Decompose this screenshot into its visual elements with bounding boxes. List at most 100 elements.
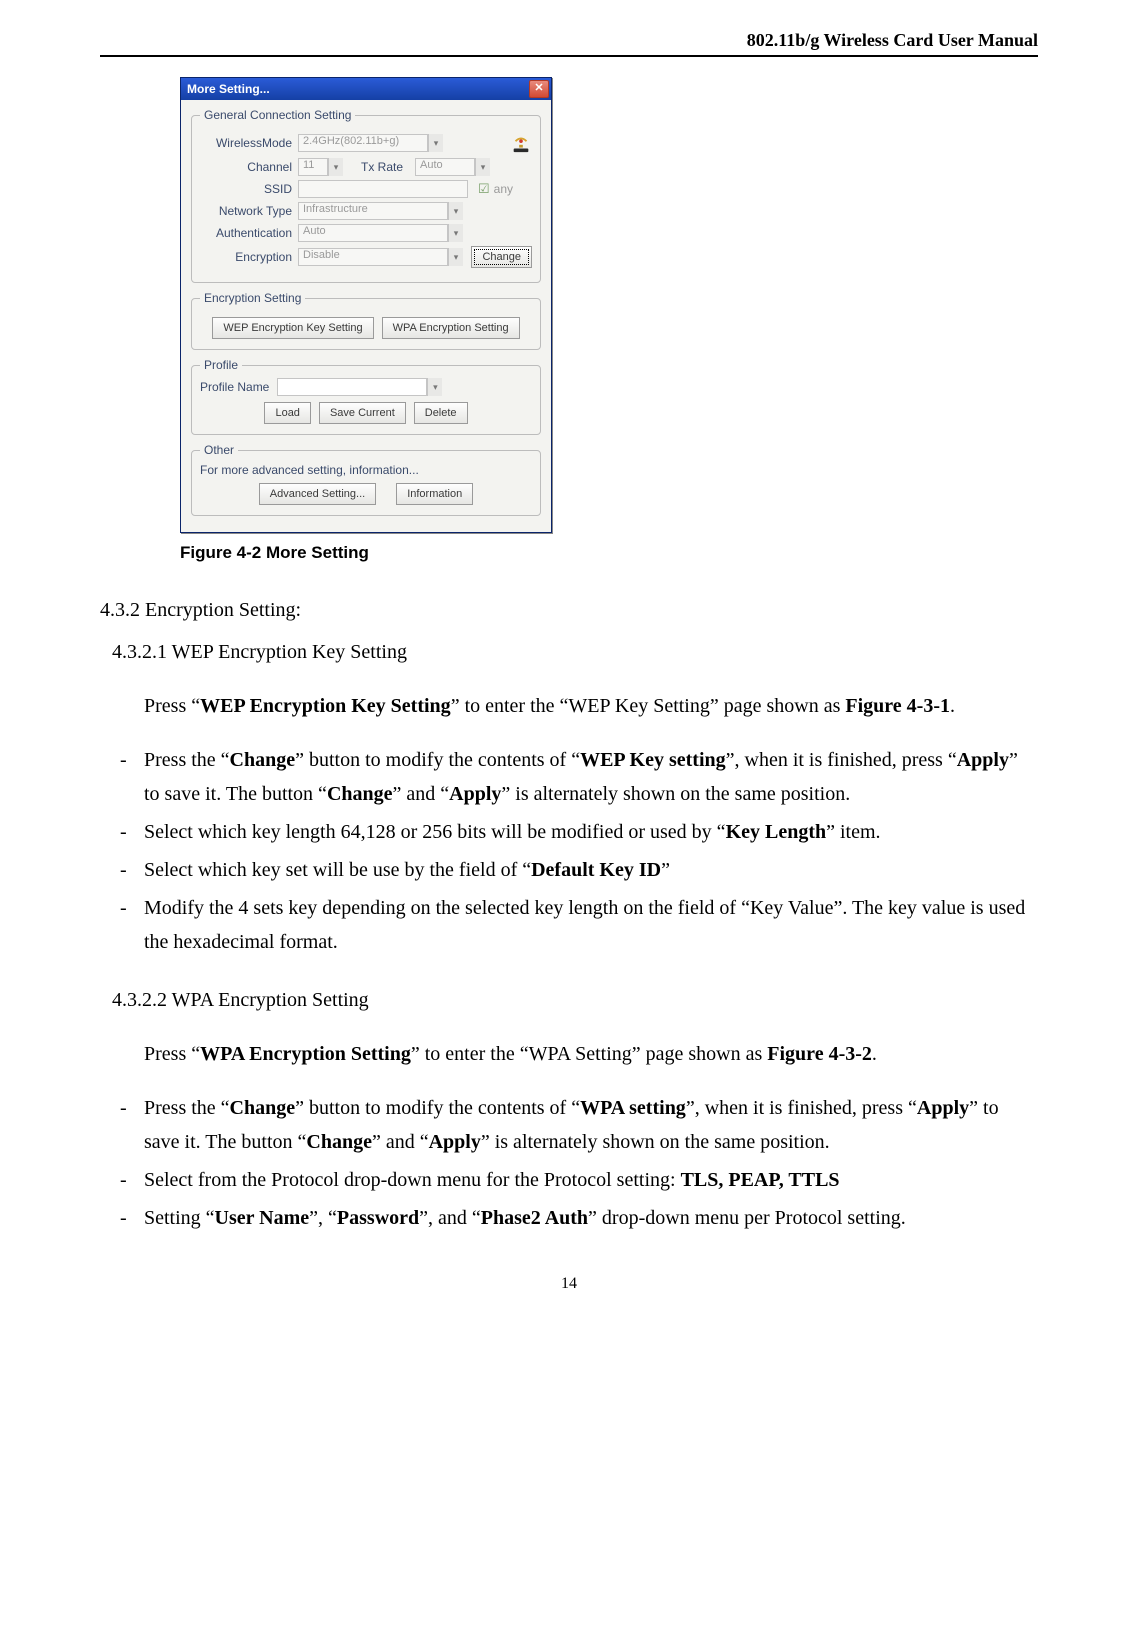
load-button[interactable]: Load bbox=[264, 402, 310, 424]
ssid-any-label: any bbox=[494, 182, 513, 196]
list-item: Select which key set will be use by the … bbox=[120, 853, 1038, 887]
t: Password bbox=[337, 1207, 419, 1229]
change-button[interactable]: Change bbox=[471, 246, 532, 268]
t: Key Length bbox=[726, 821, 827, 843]
chevron-down-icon: ▾ bbox=[448, 202, 463, 220]
dialog-titlebar: More Setting... ✕ bbox=[181, 78, 551, 100]
t: ”, and “ bbox=[419, 1207, 481, 1229]
wep-encryption-key-setting-button[interactable]: WEP Encryption Key Setting bbox=[212, 317, 373, 339]
profile-name-select[interactable] bbox=[277, 378, 427, 396]
t: ” and “ bbox=[372, 1131, 429, 1153]
t: ” to enter the “WPA Setting” page shown … bbox=[411, 1043, 767, 1065]
encryption-label: Encryption bbox=[200, 250, 298, 264]
txrate-select: Auto bbox=[415, 158, 475, 176]
channel-select: 11 bbox=[298, 158, 328, 176]
t: Default Key ID bbox=[531, 859, 661, 881]
t: Apply bbox=[429, 1131, 481, 1153]
checkbox-icon: ☑ bbox=[478, 181, 490, 197]
profile-name-label: Profile Name bbox=[200, 380, 269, 394]
t: ”, when it is finished, press “ bbox=[686, 1097, 917, 1119]
t: ” to enter the “WEP Key Setting” page sh… bbox=[451, 695, 846, 717]
wpa-encryption-setting-button[interactable]: WPA Encryption Setting bbox=[382, 317, 520, 339]
t: . bbox=[872, 1043, 877, 1065]
t: . bbox=[950, 695, 955, 717]
advanced-setting-button[interactable]: Advanced Setting... bbox=[259, 483, 376, 505]
wirelessmode-label: WirelessMode bbox=[200, 136, 298, 150]
header-rule bbox=[100, 55, 1038, 57]
list-item: Press the “Change” button to modify the … bbox=[120, 743, 1038, 811]
t: ” drop-down menu per Protocol setting. bbox=[588, 1207, 906, 1229]
chevron-down-icon: ▾ bbox=[328, 158, 343, 176]
section-4-3-2: 4.3.2 Encryption Setting: bbox=[100, 593, 1038, 627]
t: Change bbox=[306, 1131, 372, 1153]
t: Select from the Protocol drop-down menu … bbox=[144, 1169, 681, 1191]
t: ”, “ bbox=[309, 1207, 337, 1229]
t: Press “ bbox=[144, 695, 200, 717]
section-4-3-2-2: 4.3.2.2 WPA Encryption Setting bbox=[112, 983, 1038, 1017]
authentication-label: Authentication bbox=[200, 226, 298, 240]
section-4-3-2-1: 4.3.2.1 WEP Encryption Key Setting bbox=[112, 635, 1038, 669]
wirelessmode-select: 2.4GHz(802.11b+g) bbox=[298, 134, 428, 152]
t: Change bbox=[230, 749, 296, 771]
para-wep-intro: Press “WEP Encryption Key Setting” to en… bbox=[144, 689, 1038, 723]
t: Select which key set will be use by the … bbox=[144, 859, 531, 881]
profile-group: Profile Profile Name ▾ Load Save Current… bbox=[191, 358, 541, 435]
para-wpa-intro: Press “WPA Encryption Setting” to enter … bbox=[144, 1037, 1038, 1071]
list-item: Modify the 4 sets key depending on the s… bbox=[120, 891, 1038, 959]
chevron-down-icon: ▾ bbox=[475, 158, 490, 176]
list-item: Select from the Protocol drop-down menu … bbox=[120, 1163, 1038, 1197]
t: Setting “ bbox=[144, 1207, 215, 1229]
list-item: Select which key length 64,128 or 256 bi… bbox=[120, 815, 1038, 849]
delete-button[interactable]: Delete bbox=[414, 402, 468, 424]
list-item: Setting “User Name”, “Password”, and “Ph… bbox=[120, 1201, 1038, 1235]
t: Figure 4-3-1 bbox=[845, 695, 950, 717]
chevron-down-icon: ▾ bbox=[448, 224, 463, 242]
t: WEP Key setting bbox=[580, 749, 726, 771]
channel-label: Channel bbox=[200, 160, 298, 174]
t: Press “ bbox=[144, 1043, 200, 1065]
figure-caption: Figure 4-2 More Setting bbox=[180, 543, 1038, 563]
close-icon[interactable]: ✕ bbox=[529, 80, 549, 98]
manual-header: 802.11b/g Wireless Card User Manual bbox=[100, 30, 1038, 51]
wifi-signal-icon bbox=[510, 132, 532, 154]
save-current-button[interactable]: Save Current bbox=[319, 402, 406, 424]
t: Change bbox=[327, 783, 393, 805]
t: Apply bbox=[449, 783, 501, 805]
t: TLS, PEAP, TTLS bbox=[681, 1169, 840, 1191]
t: WPA Encryption Setting bbox=[200, 1043, 411, 1065]
t: WPA setting bbox=[580, 1097, 686, 1119]
t: Modify the 4 sets key depending on the s… bbox=[144, 897, 1025, 953]
t: Change bbox=[230, 1097, 296, 1119]
t: ”, when it is finished, press “ bbox=[726, 749, 957, 771]
ssid-input bbox=[298, 180, 468, 198]
list-item: Press the “Change” button to modify the … bbox=[120, 1091, 1038, 1159]
t: Figure 4-3-2 bbox=[767, 1043, 872, 1065]
dialog-title: More Setting... bbox=[187, 82, 270, 96]
chevron-down-icon[interactable]: ▾ bbox=[427, 378, 442, 396]
chevron-down-icon: ▾ bbox=[448, 248, 463, 266]
t: Press the “ bbox=[144, 749, 230, 771]
page-number: 14 bbox=[100, 1275, 1038, 1293]
networktype-select: Infrastructure bbox=[298, 202, 448, 220]
t: ” bbox=[661, 859, 670, 881]
t: ” and “ bbox=[393, 783, 450, 805]
other-legend: Other bbox=[200, 443, 238, 457]
other-text: For more advanced setting, information..… bbox=[200, 463, 532, 477]
t: Apply bbox=[957, 749, 1009, 771]
information-button[interactable]: Information bbox=[396, 483, 473, 505]
other-group: Other For more advanced setting, informa… bbox=[191, 443, 541, 516]
ssid-any-checkbox: ☑ any bbox=[478, 181, 513, 197]
general-legend: General Connection Setting bbox=[200, 108, 355, 122]
t: WEP Encryption Key Setting bbox=[200, 695, 451, 717]
encryption-legend: Encryption Setting bbox=[200, 291, 305, 305]
t: Phase2 Auth bbox=[481, 1207, 588, 1229]
t: Apply bbox=[917, 1097, 969, 1119]
t: ” button to modify the contents of “ bbox=[295, 1097, 580, 1119]
t: Select which key length 64,128 or 256 bi… bbox=[144, 821, 726, 843]
encryption-setting-group: Encryption Setting WEP Encryption Key Se… bbox=[191, 291, 541, 350]
t: ” is alternately shown on the same posit… bbox=[501, 783, 850, 805]
chevron-down-icon: ▾ bbox=[428, 134, 443, 152]
t: User Name bbox=[215, 1207, 310, 1229]
general-connection-group: General Connection Setting WirelessMode … bbox=[191, 108, 541, 283]
t: ” is alternately shown on the same posit… bbox=[481, 1131, 830, 1153]
